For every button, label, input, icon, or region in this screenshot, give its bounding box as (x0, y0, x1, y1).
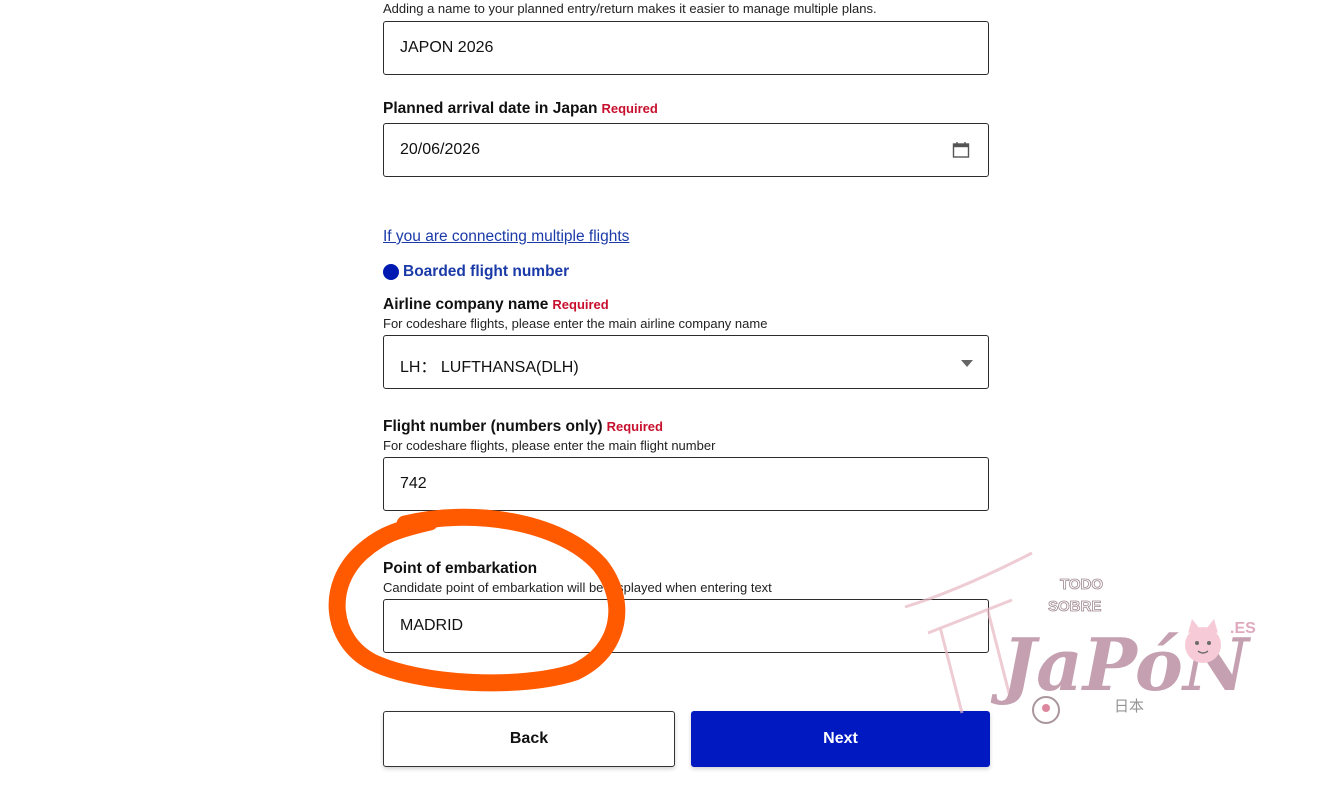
required-badge: Required (601, 101, 658, 116)
page: Adding a name to your planned entry/retu… (0, 0, 1325, 799)
todo-sobre-japon-logo: TODO SOBRE JaPóN .ES 日本 (904, 551, 1256, 724)
embarkation-value: MADRID (400, 617, 464, 634)
embarkation-field[interactable]: MADRID (383, 599, 989, 653)
airline-select[interactable]: LH： LUFTHANSA(DLH) (383, 335, 989, 389)
back-button[interactable]: Back (383, 711, 675, 767)
logo-kanji: 日本 (1114, 697, 1144, 715)
flight-number-value: 742 (400, 475, 427, 492)
airline-label-text: Airline company name (383, 296, 549, 313)
calendar-icon[interactable] (952, 141, 970, 159)
required-badge: Required (606, 419, 663, 434)
airline-value: LH： LUFTHANSA(DLH) (400, 359, 579, 376)
logo-text-es: .ES (1230, 620, 1256, 637)
flight-number-label: Flight number (numbers only) Required (383, 418, 663, 436)
plan-name-hint: Adding a name to your planned entry/retu… (383, 1, 877, 16)
flight-number-label-text: Flight number (numbers only) (383, 418, 603, 435)
logo-text-todo: TODO (1060, 576, 1103, 593)
arrival-date-label-text: Planned arrival date in Japan (383, 100, 598, 117)
airline-label: Airline company name Required (383, 296, 609, 314)
section-title-text: Boarded flight number (403, 263, 570, 280)
flight-number-hint: For codeshare flights, please enter the … (383, 438, 716, 453)
boarded-flight-section-title: Boarded flight number (383, 263, 569, 281)
arrival-date-field[interactable]: 20/06/2026 (383, 123, 989, 177)
arrival-date-value: 20/06/2026 (400, 141, 481, 158)
required-badge: Required (552, 297, 609, 312)
daruma-icon (1032, 696, 1060, 724)
connecting-flights-link[interactable]: If you are connecting multiple flights (383, 228, 629, 246)
plan-name-field[interactable]: JAPON 2026 (383, 21, 989, 75)
flight-number-field[interactable]: 742 (383, 457, 989, 511)
embarkation-hint: Candidate point of embarkation will be d… (383, 580, 772, 595)
caret-down-icon[interactable] (961, 360, 973, 368)
plan-name-value: JAPON 2026 (400, 39, 494, 56)
logo-text-sobre: SOBRE (1048, 598, 1101, 615)
airline-hint: For codeshare flights, please enter the … (383, 316, 768, 331)
section-dot-icon (383, 264, 399, 280)
arrival-date-label: Planned arrival date in Japan Required (383, 100, 658, 118)
embarkation-label: Point of embarkation (383, 560, 538, 577)
